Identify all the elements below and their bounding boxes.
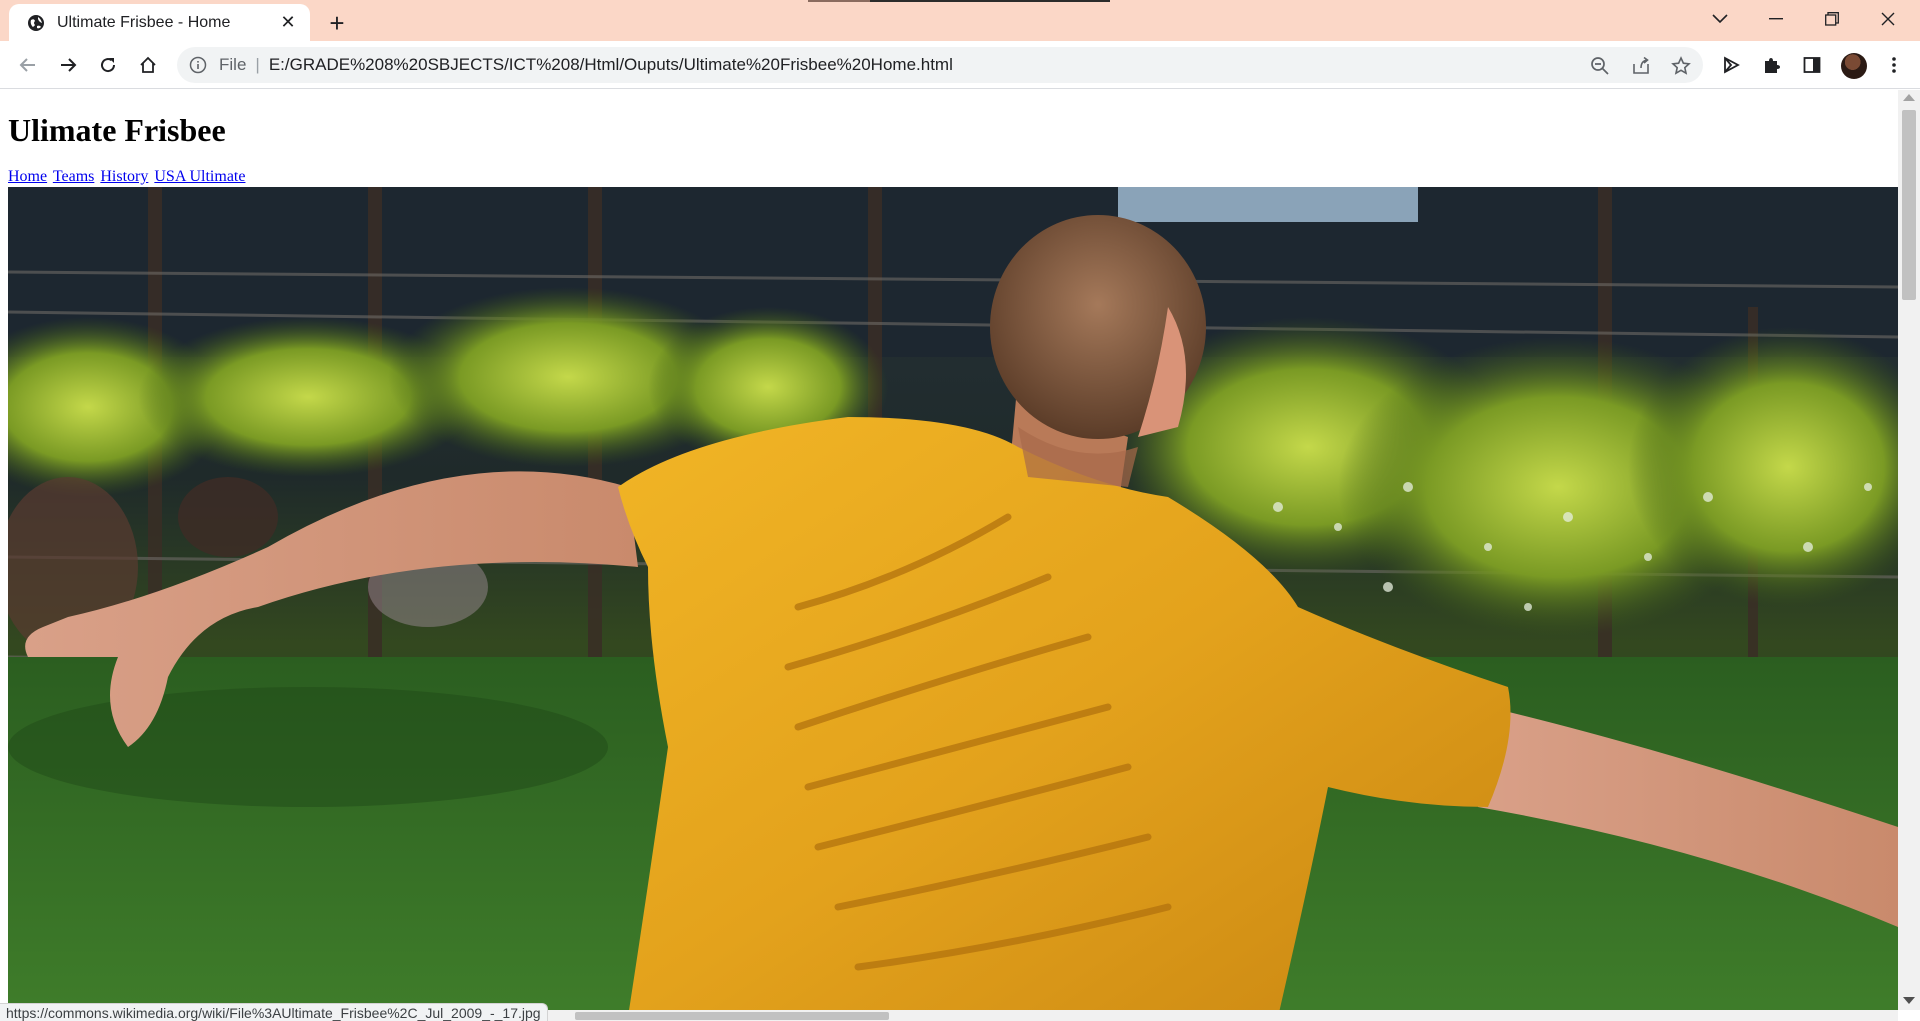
url-scheme-label: File: [219, 55, 247, 74]
link-status-bubble: https://commons.wikimedia.org/wiki/File%…: [0, 1003, 548, 1021]
forward-arrow-icon[interactable]: [52, 49, 84, 81]
plus-icon[interactable]: +: [322, 8, 352, 38]
close-icon[interactable]: ✕: [275, 10, 301, 36]
send-arrow-icon[interactable]: [1715, 49, 1747, 81]
kebab-menu-icon[interactable]: [1878, 49, 1910, 81]
tab-title: Ultimate Frisbee - Home: [57, 13, 231, 31]
hero-image[interactable]: [8, 187, 1898, 1010]
close-icon[interactable]: [1860, 0, 1916, 38]
browser-tab[interactable]: Ultimate Frisbee - Home ✕: [9, 4, 310, 41]
restore-icon[interactable]: [1804, 0, 1860, 38]
horizontal-scroll-thumb[interactable]: [575, 1012, 889, 1020]
zoom-out-icon[interactable]: [1589, 55, 1611, 77]
reload-icon[interactable]: [92, 49, 124, 81]
address-bar[interactable]: File | E:/GRADE%208%20SBJECTS/ICT%208/Ht…: [177, 47, 1703, 83]
nav-link-teams[interactable]: Teams: [53, 168, 95, 185]
side-panel-icon[interactable]: [1796, 49, 1828, 81]
window-title-strip-accent: [808, 0, 870, 2]
url-text[interactable]: E:/GRADE%208%20SBJECTS/ICT%208/Html/Oupu…: [269, 55, 953, 75]
browser-toolbar: File | E:/GRADE%208%20SBJECTS/ICT%208/Ht…: [0, 41, 1920, 89]
nav-link-usa-ultimate[interactable]: USA Ultimate: [154, 168, 245, 185]
page-viewport: Ulimate Frisbee Home Teams History USA U…: [0, 90, 1898, 1010]
scroll-down-arrow-icon[interactable]: [1903, 997, 1915, 1004]
extensions-puzzle-icon[interactable]: [1756, 49, 1788, 81]
url-separator: |: [255, 55, 260, 74]
share-icon[interactable]: [1630, 55, 1652, 77]
browser-titlebar: Ultimate Frisbee - Home ✕ +: [0, 0, 1920, 41]
profile-avatar[interactable]: [1841, 53, 1867, 79]
bookmark-star-icon[interactable]: [1670, 55, 1692, 77]
globe-icon: [26, 13, 46, 33]
vertical-scroll-thumb[interactable]: [1902, 110, 1916, 300]
tab-search-icon[interactable]: [1692, 0, 1748, 38]
vertical-scrollbar[interactable]: [1898, 90, 1920, 1010]
nav-link-history[interactable]: History: [100, 168, 148, 185]
frisbee-player-photo: [8, 187, 1898, 1010]
nav-link-home[interactable]: Home: [8, 168, 47, 185]
back-arrow-icon[interactable]: [12, 49, 44, 81]
scroll-up-arrow-icon[interactable]: [1903, 94, 1915, 101]
page-title: Ulimate Frisbee: [8, 112, 226, 148]
site-nav: Home Teams History USA Ultimate: [8, 168, 247, 186]
site-info-icon[interactable]: [187, 54, 209, 76]
minimize-icon[interactable]: [1748, 0, 1804, 38]
home-icon[interactable]: [132, 49, 164, 81]
